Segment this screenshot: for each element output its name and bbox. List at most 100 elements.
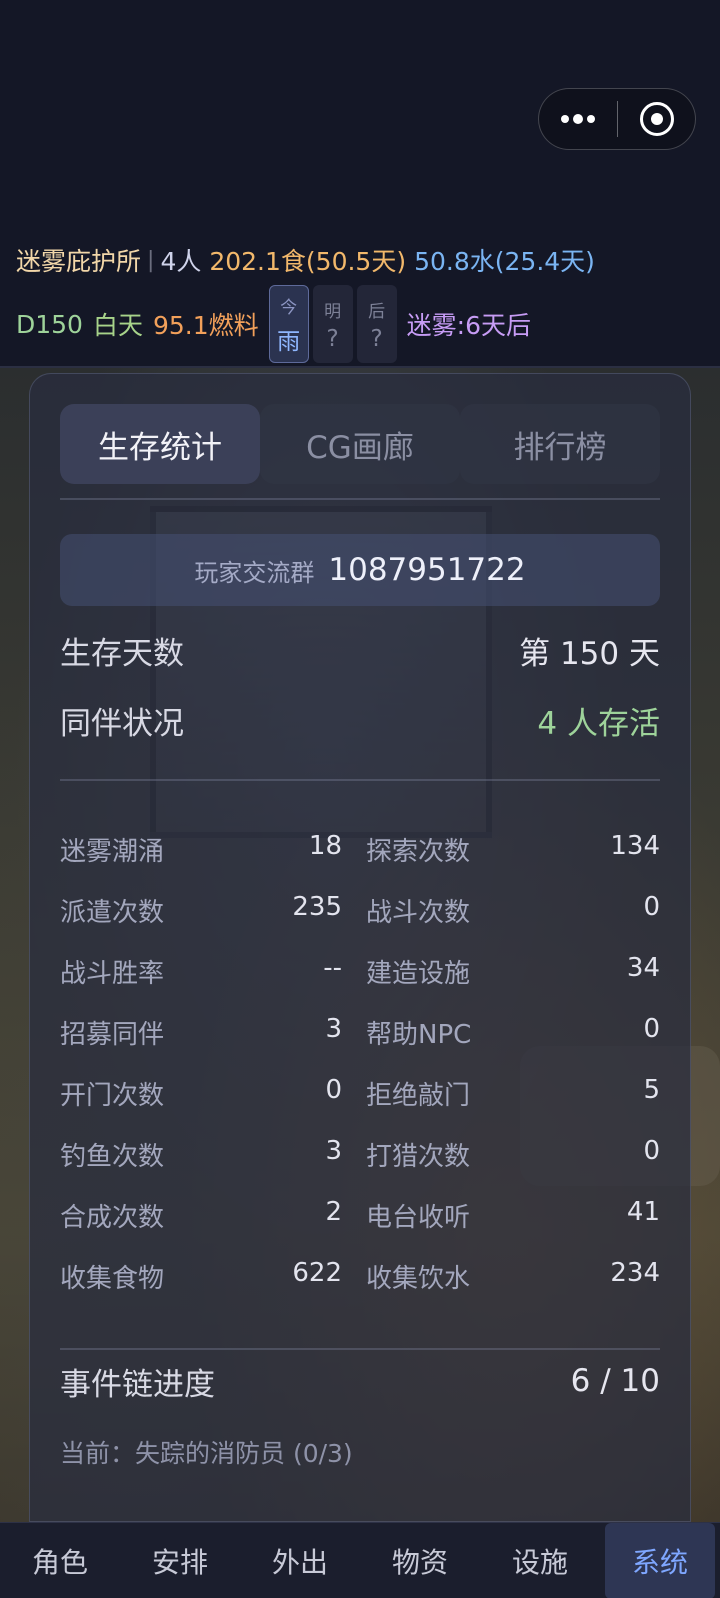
stat-item: 收集饮水 234 xyxy=(366,1258,660,1295)
panel-tabs: 生存统计 CG画廊 排行榜 xyxy=(60,404,660,484)
stat-value: 235 xyxy=(292,892,342,922)
stat-value: -- xyxy=(323,953,342,983)
stat-label: 合成次数 xyxy=(60,1203,165,1233)
stat-item: 电台收听 41 xyxy=(366,1197,660,1234)
stat-label: 帮助NPC xyxy=(366,1020,472,1050)
stat-item: 开门次数 0 xyxy=(60,1075,342,1112)
weather-day-label: 后 xyxy=(368,301,386,322)
stat-label: 收集食物 xyxy=(60,1264,165,1294)
event-chain-row: 事件链进度 6 / 10 xyxy=(60,1356,660,1406)
companion-status-label: 同伴状况 xyxy=(60,705,184,742)
stat-item: 战斗胜率 -- xyxy=(60,953,342,990)
survival-days-row: 生存天数 第 150 天 xyxy=(60,625,660,675)
stat-label: 打猎次数 xyxy=(366,1142,471,1172)
survival-days-label: 生存天数 xyxy=(60,635,184,672)
tab-leaderboard[interactable]: 排行榜 xyxy=(460,404,660,484)
stat-value: 41 xyxy=(626,1197,660,1227)
weather-day-after: 后 ? xyxy=(356,285,397,363)
stats-row: 招募同伴 3 帮助NPC 0 xyxy=(60,1002,660,1063)
shelter-name: 迷雾庇护所 xyxy=(16,247,142,276)
stat-value: 0 xyxy=(643,1014,660,1044)
stat-item: 招募同伴 3 xyxy=(60,1014,342,1051)
stat-value: 2 xyxy=(325,1197,342,1227)
stat-value: 0 xyxy=(643,1136,660,1166)
bottom-nav: 角色 安排 外出 物资 设施 系统 xyxy=(0,1522,720,1598)
stats-grid: 迷雾潮涌 18 探索次数 134 派遣次数 235 战斗次数 0 战斗胜率 -- 建造设施… xyxy=(60,819,660,1307)
stat-value: 234 xyxy=(610,1258,660,1288)
companion-status-row: 同伴状况 4 人存活 xyxy=(60,695,660,745)
event-chain-label: 事件链进度 xyxy=(60,1366,215,1403)
stat-label: 钓鱼次数 xyxy=(60,1142,165,1172)
companion-status-value: 4 人存活 xyxy=(537,705,660,742)
stat-value: 3 xyxy=(325,1014,342,1044)
group-label: 玩家交流群 xyxy=(194,558,315,587)
stat-label: 招募同伴 xyxy=(60,1020,165,1050)
stat-label: 拒绝敲门 xyxy=(366,1081,471,1111)
section-divider xyxy=(60,779,660,781)
stat-label: 迷雾潮涌 xyxy=(60,837,165,867)
stats-row: 迷雾潮涌 18 探索次数 134 xyxy=(60,819,660,880)
nav-system[interactable]: 系统 xyxy=(605,1522,715,1598)
weather-day-label: 明 xyxy=(324,301,342,322)
day-status-bar: D150 白天 95.1燃料 今 雨 明 ? 后 ? 迷雾:6天后 xyxy=(16,284,531,364)
tab-cg-gallery[interactable]: CG画廊 xyxy=(260,404,460,484)
stats-row: 钓鱼次数 3 打猎次数 0 xyxy=(60,1124,660,1185)
stat-item: 迷雾潮涌 18 xyxy=(60,831,342,868)
nav-outing[interactable]: 外出 xyxy=(245,1523,355,1598)
people-count: 4人 xyxy=(160,247,202,276)
nav-arrange[interactable]: 安排 xyxy=(125,1523,235,1598)
stat-label: 战斗次数 xyxy=(366,898,471,928)
stats-row: 派遣次数 235 战斗次数 0 xyxy=(60,880,660,941)
stat-item: 探索次数 134 xyxy=(366,831,660,868)
system-panel: 生存统计 CG画廊 排行榜 玩家交流群 1087951722 生存天数 第 15… xyxy=(29,373,691,1522)
current-event: 当前：失踪的消防员 (0/3) xyxy=(60,1439,353,1468)
stat-label: 探索次数 xyxy=(366,837,471,867)
target-circle-icon[interactable] xyxy=(618,102,695,136)
resource-status-bar: 迷雾庇护所 | 4人 202.1食(50.5天) 50.8水(25.4天) xyxy=(16,240,595,280)
stat-item: 帮助NPC 0 xyxy=(366,1014,660,1051)
stat-item: 合成次数 2 xyxy=(60,1197,342,1234)
weather-value: ? xyxy=(370,325,383,352)
mini-program-capsule xyxy=(538,88,696,150)
weather-today: 今 雨 xyxy=(268,285,309,363)
stats-row: 合成次数 2 电台收听 41 xyxy=(60,1185,660,1246)
stat-label: 建造设施 xyxy=(366,959,471,989)
stats-row: 战斗胜率 -- 建造设施 34 xyxy=(60,941,660,1002)
food-amount: 202.1食(50.5天) xyxy=(209,247,407,276)
survival-days-value: 第 150 天 xyxy=(519,635,660,672)
weather-value: ? xyxy=(326,325,339,352)
nav-facilities[interactable]: 设施 xyxy=(485,1523,595,1598)
event-chain-value: 6 / 10 xyxy=(570,1363,660,1399)
section-divider xyxy=(60,1348,660,1350)
stat-item: 建造设施 34 xyxy=(366,953,660,990)
fog-countdown: 迷雾:6天后 xyxy=(406,311,531,340)
stat-value: 134 xyxy=(610,831,660,861)
nav-supplies[interactable]: 物资 xyxy=(365,1523,475,1598)
tab-survival-stats[interactable]: 生存统计 xyxy=(60,404,260,484)
stat-label: 开门次数 xyxy=(60,1081,165,1111)
day-counter: D150 xyxy=(16,309,83,339)
header-divider xyxy=(0,366,720,368)
weather-tomorrow: 明 ? xyxy=(312,285,353,363)
stat-item: 钓鱼次数 3 xyxy=(60,1136,342,1173)
weather-day-label: 今 xyxy=(280,297,298,318)
stats-row: 开门次数 0 拒绝敲门 5 xyxy=(60,1063,660,1124)
stat-label: 派遣次数 xyxy=(60,898,165,928)
more-dots-icon[interactable] xyxy=(539,89,617,149)
stat-item: 打猎次数 0 xyxy=(366,1136,660,1173)
stat-value: 5 xyxy=(643,1075,660,1105)
stat-label: 战斗胜率 xyxy=(60,959,165,989)
stat-value: 34 xyxy=(626,953,660,983)
nav-character[interactable]: 角色 xyxy=(5,1523,115,1598)
stat-label: 收集饮水 xyxy=(366,1264,471,1294)
stat-item: 收集食物 622 xyxy=(60,1258,342,1295)
stat-value: 0 xyxy=(325,1075,342,1105)
stat-item: 战斗次数 0 xyxy=(366,892,660,929)
stat-item: 派遣次数 235 xyxy=(60,892,342,929)
weather-value: 雨 xyxy=(277,328,301,355)
player-group-box[interactable]: 玩家交流群 1087951722 xyxy=(60,534,660,606)
water-amount: 50.8水(25.4天) xyxy=(414,247,595,276)
status-separator: | xyxy=(147,247,155,273)
stat-item: 拒绝敲门 5 xyxy=(366,1075,660,1112)
group-number: 1087951722 xyxy=(328,552,526,588)
